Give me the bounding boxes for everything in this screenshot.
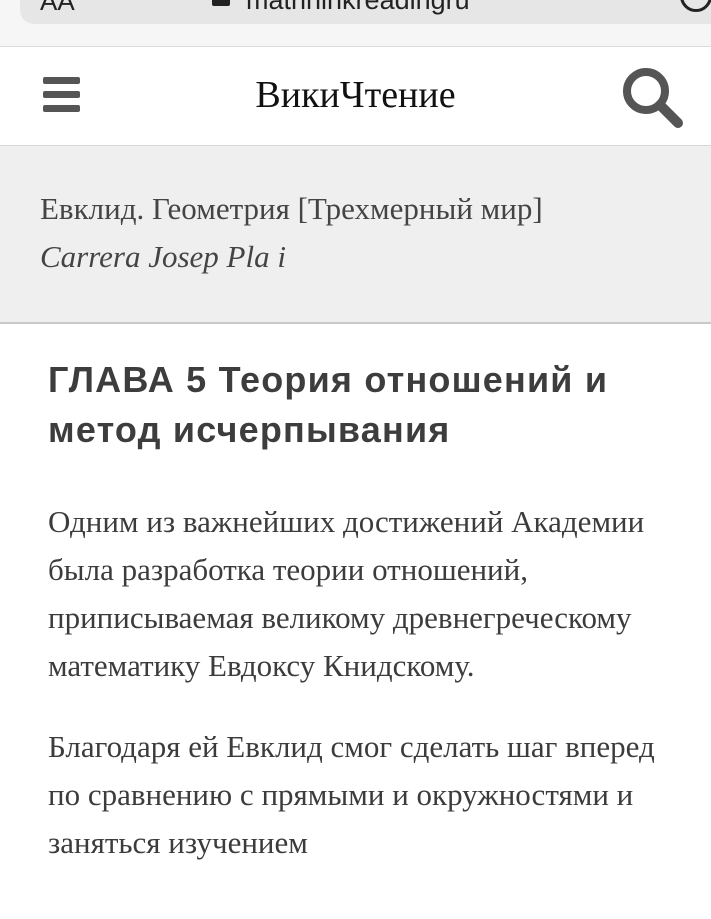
text-size-button[interactable]: AA <box>40 0 75 17</box>
chapter-title: ГЛАВА 5 Теория отношений и метод исчерпы… <box>48 359 609 450</box>
site-logo[interactable]: ВикиЧтение <box>0 73 711 117</box>
site-header: ВикиЧтение <box>0 47 711 146</box>
book-info-panel: Евклид. Геометрия [Трехмерный мир] Carre… <box>0 146 711 324</box>
paragraph: Одним из важнейших достижений Академии б… <box>48 504 645 683</box>
search-icon[interactable] <box>620 65 684 129</box>
browser-toolbar: AA mathhihkreadingru <box>0 0 711 47</box>
book-author[interactable]: Carrera Josep Pla i <box>40 239 286 275</box>
article-content: ГЛАВА 5 Теория отношений и метод исчерпы… <box>48 355 688 867</box>
paragraph: Благодаря ей Евклид смог сделать шаг впе… <box>48 729 655 860</box>
book-title[interactable]: Евклид. Геометрия [Трехмерный мир] <box>40 191 543 227</box>
url-text[interactable]: mathhihkreadingru <box>246 0 470 16</box>
hamburger-icon[interactable] <box>43 77 80 113</box>
lock-icon <box>212 0 230 6</box>
